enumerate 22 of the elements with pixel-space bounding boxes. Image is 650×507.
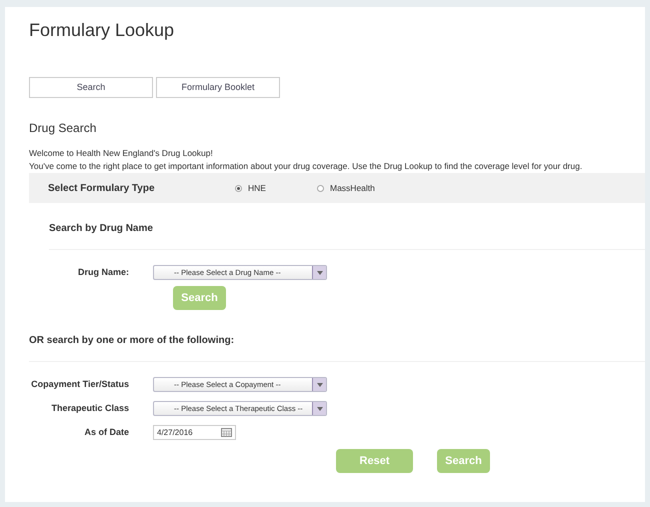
field-label: Copayment Tier/Status [30,378,130,391]
intro-text: You've come to the right place to get important information about your drug coverage. Use the Drug Lookup to find the coverage level for your drug. [29,160,584,173]
radio-option[interactable]: MassHealth [317,182,399,194]
radio-button[interactable] [317,184,324,192]
field-label: Therapeutic Class [50,402,130,415]
caret-icon [312,266,326,279]
date-field[interactable]: 4/27/2016 [153,425,236,440]
tab[interactable]: Formulary Booklet [156,77,280,98]
calendar-icon [221,428,232,437]
field-label: Drug Name: [76,266,130,279]
formulary-type-label: Select Formulary Type [48,182,156,196]
page-title: Formulary Lookup [29,19,176,41]
section-title: Drug Search [29,120,98,137]
intro-text: Welcome to Health New England's Drug Lookup! [29,147,214,160]
radio-button[interactable] [235,184,242,192]
subsection-heading: Search by Drug Name [48,222,154,236]
subsection-heading: OR search by one or more of the following: [29,334,236,348]
radio-option[interactable]: HNE [235,182,317,194]
caret-icon [312,402,326,415]
field-label: As of Date [83,426,130,439]
tab[interactable]: Search [29,77,153,98]
caret-icon [312,378,326,391]
